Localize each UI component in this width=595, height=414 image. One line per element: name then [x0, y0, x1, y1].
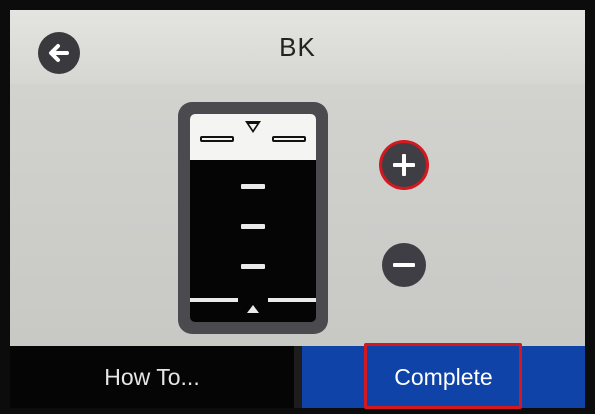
decrease-level-button[interactable]: [382, 243, 426, 287]
how-to-button[interactable]: How To...: [10, 346, 294, 408]
ink-reset-screen: BK How To... Complete: [0, 0, 595, 414]
increase-level-button[interactable]: [382, 143, 426, 187]
plus-icon: [393, 154, 415, 176]
complete-button[interactable]: Complete: [302, 346, 585, 408]
footer-divider: [294, 346, 302, 408]
level-tick: [241, 224, 265, 229]
lower-limit-line-left: [190, 298, 238, 302]
minus-icon: [393, 254, 415, 276]
lower-limit-line-right: [268, 298, 316, 302]
ink-tank: [190, 114, 316, 322]
level-tick: [241, 264, 265, 269]
ink-level-gauge: [178, 102, 328, 334]
upper-limit-line-left: [200, 136, 234, 142]
complete-label: Complete: [394, 363, 493, 390]
how-to-label: How To...: [104, 363, 200, 390]
triangle-up-icon: [247, 305, 259, 313]
main-area: [10, 84, 585, 346]
level-tick: [241, 184, 265, 189]
page-title: BK: [279, 32, 316, 62]
header-bar: BK: [10, 10, 585, 84]
upper-limit-line-right: [272, 136, 306, 142]
